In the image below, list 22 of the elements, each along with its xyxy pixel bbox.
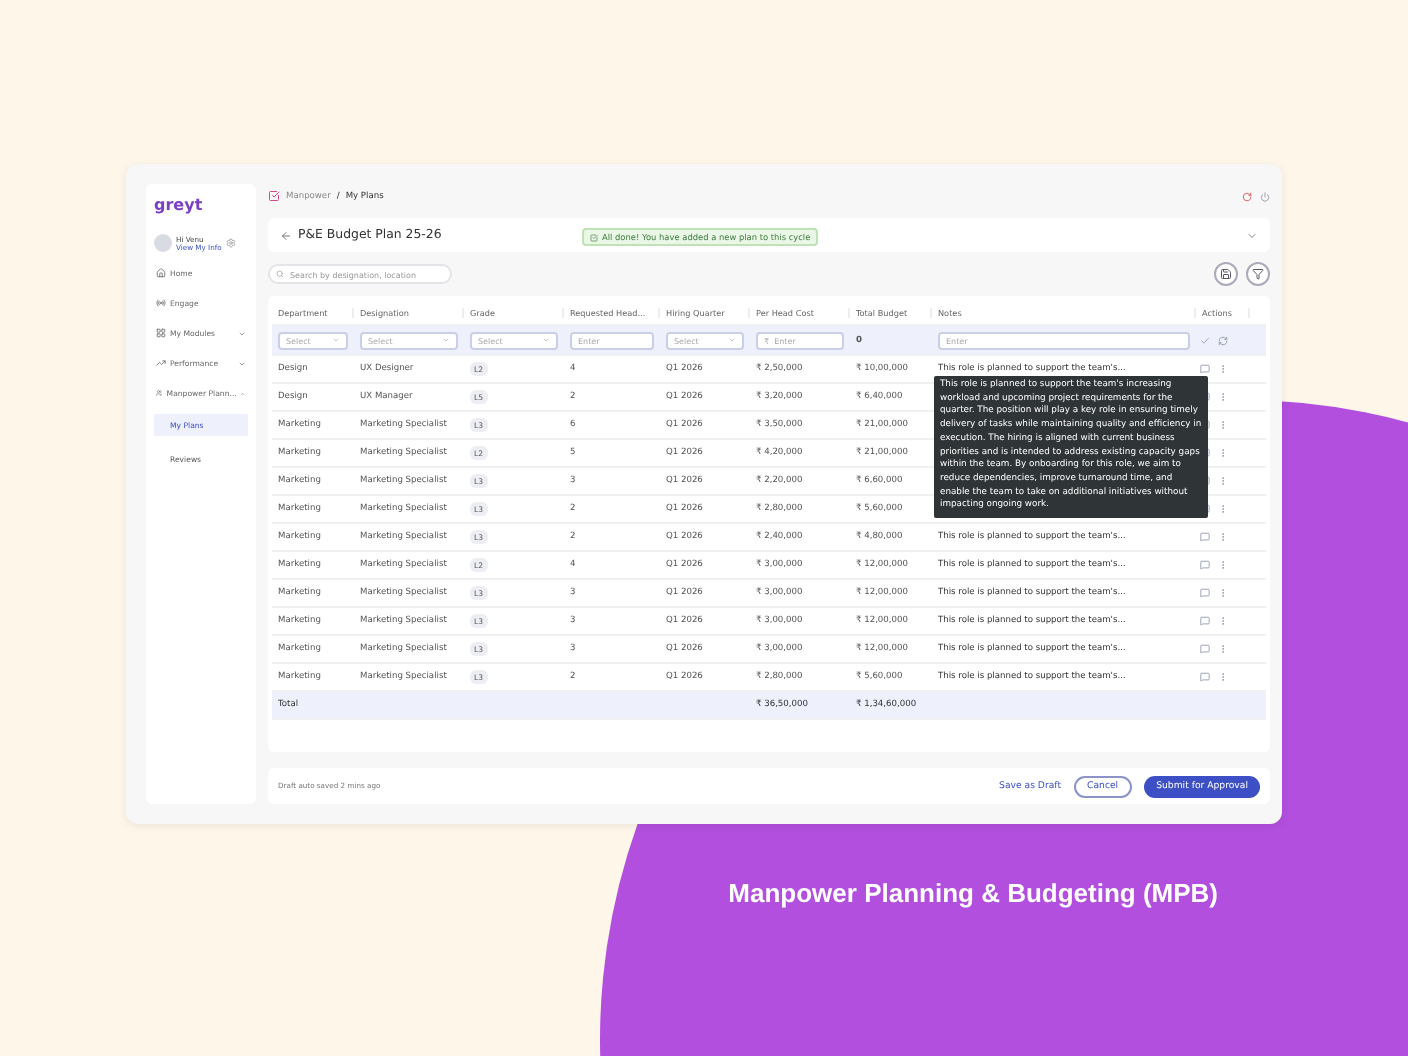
- logo: greyt: [154, 196, 205, 214]
- reset-icon[interactable]: [1218, 335, 1228, 345]
- people-icon: [156, 388, 163, 398]
- home-icon: [156, 268, 166, 278]
- refresh-icon[interactable]: [1242, 191, 1252, 201]
- caption-title: Manpower Planning & Budgeting (MPB): [728, 878, 1218, 908]
- settings-icon[interactable]: [225, 238, 236, 248]
- power-icon[interactable]: [1260, 191, 1270, 201]
- save-icon: [1220, 268, 1232, 280]
- filter-icon: [1252, 268, 1264, 280]
- broadcast-icon: [156, 298, 166, 308]
- module-icon: [268, 190, 280, 202]
- back-icon[interactable]: [280, 229, 292, 241]
- chevron-down-icon[interactable]: [1246, 229, 1258, 241]
- filter-button[interactable]: [1246, 262, 1270, 286]
- check-icon: [590, 233, 598, 241]
- grid-icon: [156, 328, 166, 338]
- save-button[interactable]: [1214, 262, 1238, 286]
- check-icon[interactable]: [1200, 335, 1210, 345]
- avatar: [154, 234, 172, 252]
- trend-icon: [156, 358, 166, 368]
- search-icon: [276, 270, 284, 278]
